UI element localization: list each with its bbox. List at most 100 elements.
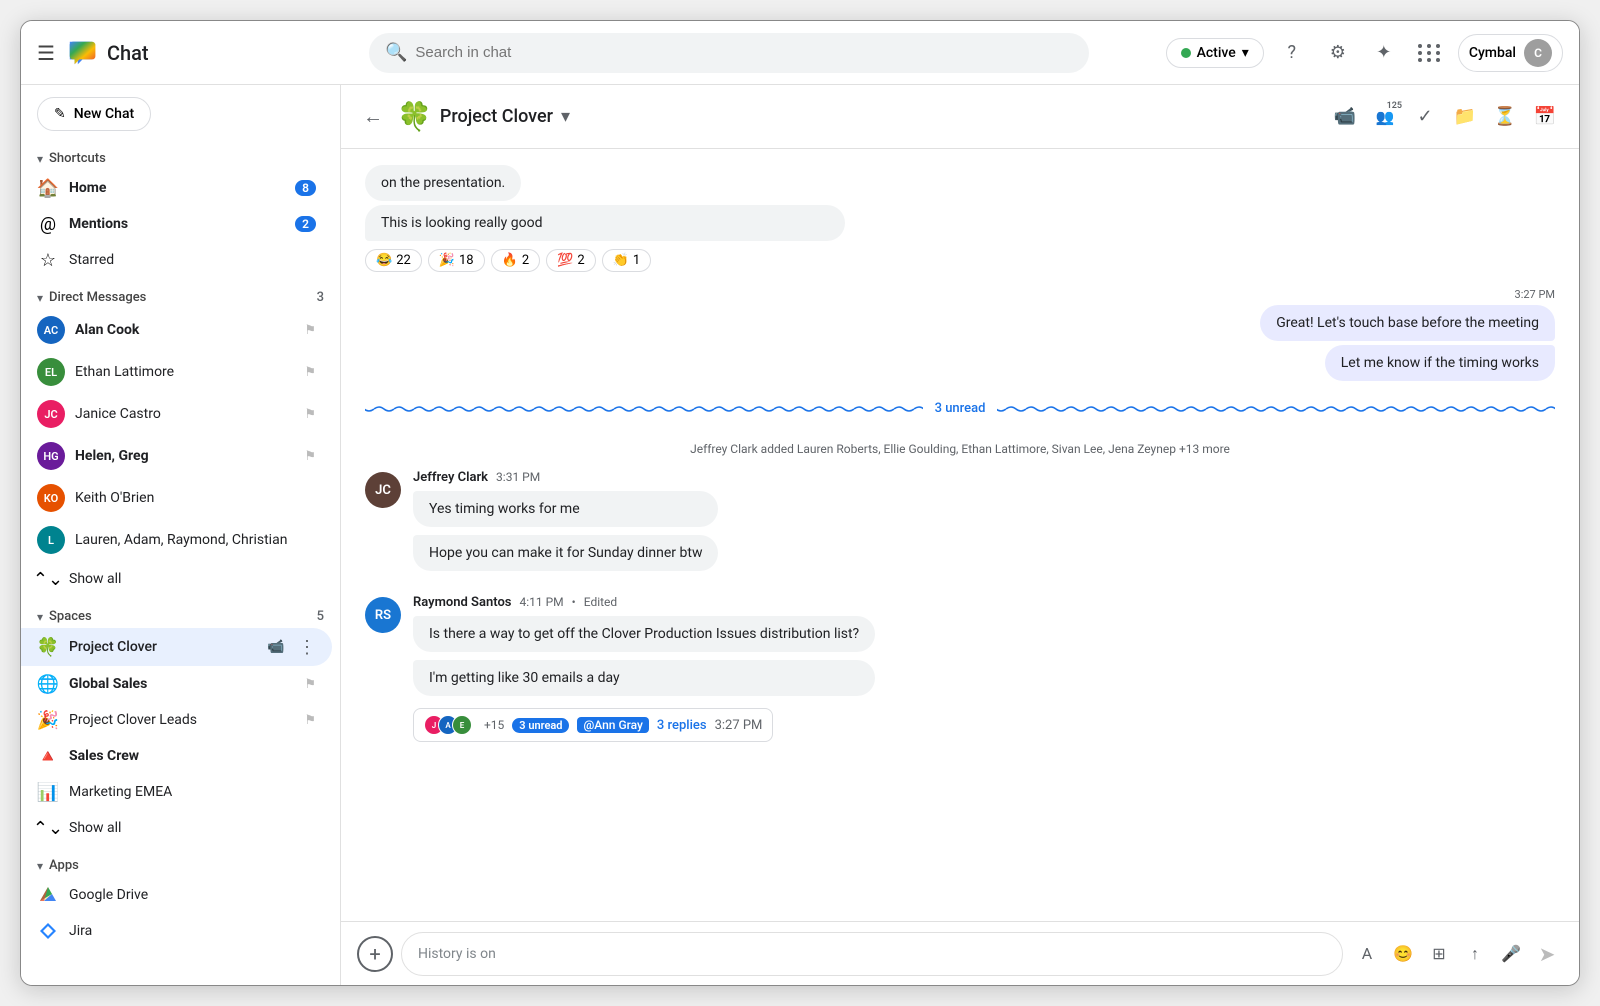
sidebar-item-project-clover-leads[interactable]: 🎉 Project Clover Leads ⚑	[21, 702, 332, 738]
google-drive-icon	[37, 884, 59, 906]
pin-icon-leads: ⚑	[304, 713, 316, 728]
sidebar-item-show-all-dm[interactable]: ⌃⌄ Show all	[21, 561, 332, 597]
jeffrey-name: Jeffrey Clark	[413, 470, 488, 485]
sidebar-item-lauren[interactable]: L Lauren, Adam, Raymond, Christian	[21, 519, 332, 561]
avatar-lauren: L	[37, 526, 65, 554]
attach-icon[interactable]: ⊞	[1423, 938, 1455, 970]
shortcuts-section-header[interactable]: ▾ Shortcuts	[21, 147, 340, 170]
sidebar-item-helen[interactable]: HG Helen, Greg ⚑	[21, 435, 332, 477]
sidebar-item-google-drive[interactable]: Google Drive	[21, 877, 332, 913]
top-bar-right: Active ▾ ? ⚙ ✦ Cymbal C	[1166, 34, 1563, 72]
tasks-icon[interactable]: ✓	[1407, 99, 1443, 135]
voice-icon[interactable]: 🎤	[1495, 938, 1527, 970]
emoji-icon[interactable]: 😊	[1387, 938, 1419, 970]
reaction-party[interactable]: 🎉 18	[428, 249, 485, 272]
video-call-icon[interactable]: 📹	[1327, 99, 1363, 135]
avatar-ethan: EL	[37, 358, 65, 386]
reaction-party-emoji: 🎉	[439, 253, 455, 268]
thread-unread-badge: 3 unread	[512, 718, 569, 733]
app-title: Chat	[107, 41, 149, 65]
reaction-laugh-count: 22	[396, 253, 411, 268]
home-label: Home	[69, 180, 285, 196]
user-chip[interactable]: Cymbal C	[1458, 34, 1563, 72]
back-button[interactable]: ←	[357, 101, 389, 133]
project-clover-icon: 🍀	[37, 636, 59, 658]
pin-icon-ethan: ⚑	[304, 365, 316, 380]
sidebar-item-starred[interactable]: ☆ Starred	[21, 242, 332, 278]
active-label: Active	[1197, 45, 1236, 61]
reaction-100[interactable]: 💯 2	[546, 249, 596, 272]
sidebar-item-mentions[interactable]: @ Mentions 2	[21, 206, 332, 242]
sidebar-item-project-clover[interactable]: 🍀 Project Clover 📹 ⋮	[21, 628, 332, 666]
sidebar-item-alan[interactable]: AC Alan Cook ⚑	[21, 309, 332, 351]
thread-replies-label: 3 replies	[657, 718, 707, 733]
global-sales-label: Global Sales	[69, 676, 294, 692]
ethan-label: Ethan Lattimore	[75, 364, 294, 380]
message-input[interactable]: History is on	[401, 932, 1343, 976]
reaction-fire[interactable]: 🔥 2	[491, 249, 541, 272]
project-clover-video-icon[interactable]: 📹	[264, 635, 288, 659]
dm-section-label: Direct Messages	[49, 290, 146, 305]
partial-message-bubble: on the presentation.	[365, 165, 521, 201]
reaction-laugh[interactable]: 😂 22	[365, 249, 422, 272]
sidebar-item-jira[interactable]: Jira	[21, 913, 332, 949]
keith-label: Keith O'Brien	[75, 490, 316, 506]
sidebar-item-keith[interactable]: KO Keith O'Brien	[21, 477, 332, 519]
new-chat-button[interactable]: ✎ New Chat	[37, 97, 151, 131]
sidebar-item-home[interactable]: 🏠 Home 8	[21, 170, 332, 206]
project-clover-leads-icon: 🎉	[37, 709, 59, 731]
reaction-laugh-emoji: 😂	[376, 253, 392, 268]
chat-logo	[65, 37, 97, 69]
search-input[interactable]	[415, 44, 1073, 61]
hamburger-icon[interactable]: ☰	[37, 41, 55, 65]
add-button[interactable]: +	[357, 936, 393, 972]
main-area: ✎ New Chat ▾ Shortcuts 🏠 Home 8 @ Mentio…	[21, 85, 1579, 985]
avatar-jeffrey: JC	[365, 472, 401, 508]
jeffrey-content: Jeffrey Clark 3:31 PM Yes timing works f…	[413, 470, 718, 571]
sidebar-item-janice[interactable]: JC Janice Castro ⚑	[21, 393, 332, 435]
sidebar-item-sales-crew[interactable]: 🔺 Sales Crew	[21, 738, 332, 774]
calendar-icon[interactable]: 📅	[1527, 99, 1563, 135]
user-avatar: C	[1524, 39, 1552, 67]
thread-row[interactable]: J A E +15 3 unread @Ann Gray 3 replies 3…	[413, 708, 773, 742]
google-drive-label: Google Drive	[69, 887, 316, 903]
input-actions: A 😊 ⊞ ↑ 🎤 ➤	[1351, 938, 1563, 970]
messages-area[interactable]: on the presentation. This is looking rea…	[341, 149, 1579, 921]
avatar-keith: KO	[37, 484, 65, 512]
user-name: Cymbal	[1469, 45, 1516, 61]
members-icon[interactable]: 👥 125	[1367, 99, 1403, 135]
new-chat-label: New Chat	[74, 106, 134, 122]
search-bar[interactable]: 🔍	[369, 33, 1089, 73]
show-all-spaces-icon: ⌃⌄	[37, 817, 59, 839]
apps-section-header[interactable]: ▾ Apps	[21, 854, 340, 877]
format-text-icon[interactable]: A	[1351, 938, 1383, 970]
reaction-clap[interactable]: 👏 1	[602, 249, 652, 272]
sidebar-item-marketing-emea[interactable]: 📊 Marketing EMEA	[21, 774, 332, 810]
active-status-button[interactable]: Active ▾	[1166, 38, 1264, 68]
hourglass-icon[interactable]: ⏳	[1487, 99, 1523, 135]
magic-icon[interactable]: ✦	[1366, 35, 1402, 71]
dm-section-header[interactable]: ▾ Direct Messages 3	[21, 286, 340, 309]
project-clover-more[interactable]: ⋮	[298, 637, 316, 658]
avatar-alan: AC	[37, 316, 65, 344]
help-icon[interactable]: ?	[1274, 35, 1310, 71]
header-actions: 📹 👥 125 ✓ 📁 ⏳ 📅	[1327, 99, 1563, 135]
settings-icon[interactable]: ⚙	[1320, 35, 1356, 71]
janice-label: Janice Castro	[75, 406, 294, 422]
reaction-party-count: 18	[459, 253, 474, 268]
sidebar-item-global-sales[interactable]: 🌐 Global Sales ⚑	[21, 666, 332, 702]
sidebar-item-show-all-spaces[interactable]: ⌃⌄ Show all	[21, 810, 332, 846]
upload-icon[interactable]: ↑	[1459, 938, 1491, 970]
lauren-label: Lauren, Adam, Raymond, Christian	[75, 532, 316, 548]
raymond-msg2-bubble: I'm getting like 30 emails a day	[413, 660, 875, 696]
raymond-edited: •	[572, 595, 576, 609]
mentions-label: Mentions	[69, 216, 285, 232]
active-dot	[1181, 48, 1191, 58]
send-button[interactable]: ➤	[1531, 938, 1563, 970]
apps-icon[interactable]	[1412, 35, 1448, 71]
spaces-section-header[interactable]: ▾ Spaces 5	[21, 605, 340, 628]
sidebar-item-ethan[interactable]: EL Ethan Lattimore ⚑	[21, 351, 332, 393]
folder-icon[interactable]: 📁	[1447, 99, 1483, 135]
space-name-chevron[interactable]: ▾	[561, 106, 570, 127]
reaction-clap-emoji: 👏	[613, 253, 629, 268]
